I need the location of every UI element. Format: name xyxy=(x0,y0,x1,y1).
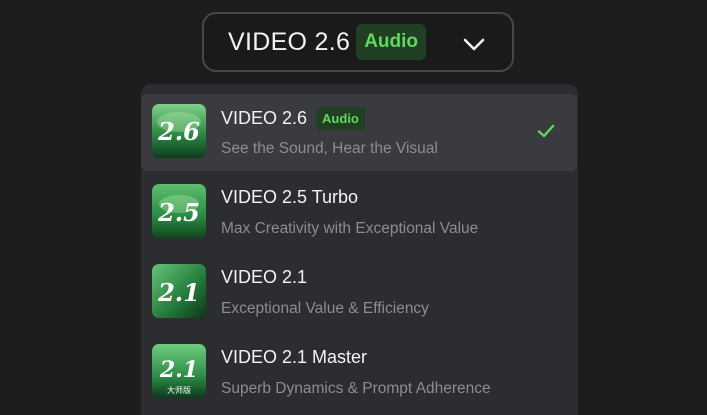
model-dropdown-menu: 2.6 VIDEO 2.6 Audio See the Sound, Hear … xyxy=(141,84,578,415)
model-option-video-2-6[interactable]: 2.6 VIDEO 2.6 Audio See the Sound, Hear … xyxy=(141,94,577,171)
thumb-label: 2.6 xyxy=(157,117,200,146)
model-option-video-2-5-turbo[interactable]: 2.5 VIDEO 2.5 Turbo Max Creativity with … xyxy=(141,174,578,251)
model-option-video-2-1[interactable]: 2.1 VIDEO 2.1 Exceptional Value & Effici… xyxy=(141,254,578,331)
model-option-video-2-1-master[interactable]: 2.1 大师版 VIDEO 2.1 Master Superb Dynamics… xyxy=(141,334,578,411)
option-subtitle: See the Sound, Hear the Visual xyxy=(221,140,438,157)
selector-title: VIDEO 2.6 xyxy=(228,27,351,56)
option-title: VIDEO 2.1 Master xyxy=(221,347,368,367)
option-title: VIDEO 2.6 xyxy=(221,108,308,128)
model-thumbnail: 2.1 xyxy=(152,264,206,318)
thumb-caption: 大师版 xyxy=(167,385,191,395)
model-picker: VIDEO 2.6 Audio 2.6 VIDEO 2.6 Audio See … xyxy=(0,0,707,415)
chevron-down-icon[interactable] xyxy=(462,32,486,56)
option-title: VIDEO 2.5 Turbo xyxy=(221,187,359,207)
model-thumbnail: 2.6 xyxy=(152,104,206,158)
audio-badge: Audio xyxy=(316,107,365,130)
model-thumbnail: 2.1 大师版 xyxy=(152,344,206,398)
option-subtitle: Superb Dynamics & Prompt Adherence xyxy=(221,380,491,397)
thumb-label: 2.1 xyxy=(159,357,198,383)
thumb-label: 2.1 xyxy=(157,278,200,307)
option-subtitle: Max Creativity with Exceptional Value xyxy=(221,220,479,237)
option-subtitle: Exceptional Value & Efficiency xyxy=(221,300,429,317)
thumb-label: 2.5 xyxy=(157,198,200,227)
check-icon xyxy=(537,124,555,138)
audio-badge: Audio xyxy=(356,24,427,60)
model-selector-button[interactable]: VIDEO 2.6 Audio xyxy=(202,12,514,72)
option-title: VIDEO 2.1 xyxy=(221,267,308,287)
model-thumbnail: 2.5 xyxy=(152,184,206,238)
